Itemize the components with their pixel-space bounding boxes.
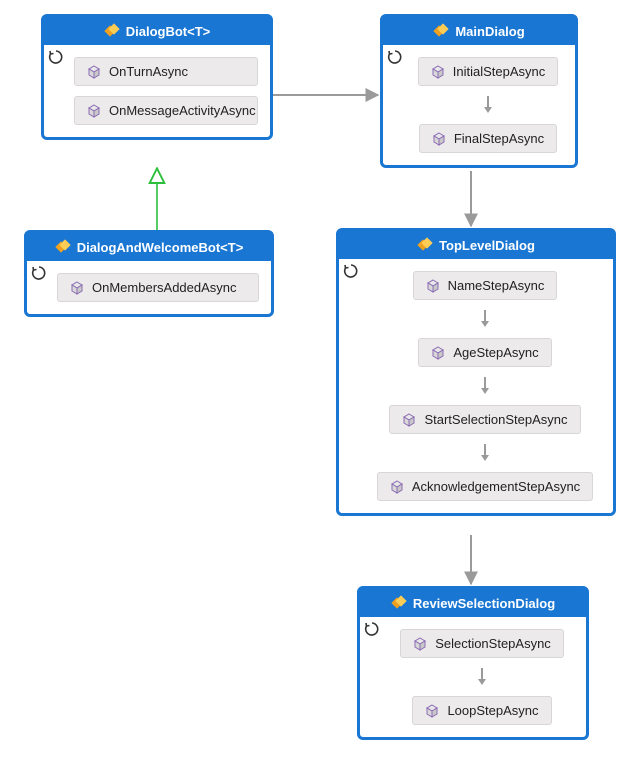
method-label: InitialStepAsync xyxy=(453,64,546,79)
class-icon xyxy=(433,23,449,39)
class-header: DialogBot<T> xyxy=(44,17,270,45)
method-onmessageactivityasync: OnMessageActivityAsync xyxy=(74,96,258,125)
class-maindialog: MainDialog InitialStepAsync FinalStepAsy… xyxy=(380,14,578,168)
cube-icon xyxy=(426,279,440,293)
class-title: MainDialog xyxy=(455,24,524,39)
class-header: MainDialog xyxy=(383,17,575,45)
class-icon xyxy=(417,237,433,253)
cube-icon xyxy=(425,704,439,718)
class-topleveldialog: TopLevelDialog NameStepAsync AgeStepAsyn… xyxy=(336,228,616,516)
flow-arrow-icon xyxy=(481,96,495,114)
class-icon xyxy=(391,595,407,611)
method-onmembersaddedasync: OnMembersAddedAsync xyxy=(57,273,259,302)
method-label: SelectionStepAsync xyxy=(435,636,551,651)
method-startselectionstepasync: StartSelectionStepAsync xyxy=(389,405,580,434)
flow-arrow-icon xyxy=(478,444,492,462)
method-namestepasync: NameStepAsync xyxy=(413,271,558,300)
method-finalstepasync: FinalStepAsync xyxy=(419,124,557,153)
method-acknowledgementstepasync: AcknowledgementStepAsync xyxy=(377,472,593,501)
flow-arrow-icon xyxy=(478,377,492,395)
class-title: DialogAndWelcomeBot<T> xyxy=(77,240,244,255)
cube-icon xyxy=(431,65,445,79)
class-header: TopLevelDialog xyxy=(339,231,613,259)
method-label: FinalStepAsync xyxy=(454,131,544,146)
class-body: OnTurnAsync OnMessageActivityAsync xyxy=(44,45,270,137)
class-title: TopLevelDialog xyxy=(439,238,535,253)
cube-icon xyxy=(413,637,427,651)
class-icon xyxy=(104,23,120,39)
method-loopstepasync: LoopStepAsync xyxy=(412,696,551,725)
diagram-canvas: DialogBot<T> OnTurnAsync OnMessageActivi… xyxy=(0,0,624,781)
method-label: AcknowledgementStepAsync xyxy=(412,479,580,494)
method-label: OnMembersAddedAsync xyxy=(92,280,237,295)
class-dialogandwelcomebot: DialogAndWelcomeBot<T> OnMembersAddedAsy… xyxy=(24,230,274,317)
method-label: NameStepAsync xyxy=(448,278,545,293)
class-title: DialogBot<T> xyxy=(126,24,211,39)
method-label: OnTurnAsync xyxy=(109,64,188,79)
class-header: DialogAndWelcomeBot<T> xyxy=(27,233,271,261)
cycle-icon xyxy=(48,49,64,65)
class-icon xyxy=(55,239,71,255)
cube-icon xyxy=(402,413,416,427)
cycle-icon xyxy=(364,621,380,637)
method-label: AgeStepAsync xyxy=(453,345,538,360)
method-initialstepasync: InitialStepAsync xyxy=(418,57,559,86)
class-dialogbot: DialogBot<T> OnTurnAsync OnMessageActivi… xyxy=(41,14,273,140)
flow-arrow-icon xyxy=(475,668,489,686)
method-label: StartSelectionStepAsync xyxy=(424,412,567,427)
class-title: ReviewSelectionDialog xyxy=(413,596,555,611)
cycle-icon xyxy=(387,49,403,65)
method-agestepasync: AgeStepAsync xyxy=(418,338,551,367)
class-reviewselectiondialog: ReviewSelectionDialog SelectionStepAsync… xyxy=(357,586,589,740)
method-label: OnMessageActivityAsync xyxy=(109,103,256,118)
class-header: ReviewSelectionDialog xyxy=(360,589,586,617)
cube-icon xyxy=(70,281,84,295)
cycle-icon xyxy=(343,263,359,279)
flow-arrow-icon xyxy=(478,310,492,328)
cycle-icon xyxy=(31,265,47,281)
class-body: NameStepAsync AgeStepAsync StartSelectio… xyxy=(339,259,613,513)
class-body: InitialStepAsync FinalStepAsync xyxy=(383,45,575,165)
class-body: SelectionStepAsync LoopStepAsync xyxy=(360,617,586,737)
method-selectionstepasync: SelectionStepAsync xyxy=(400,629,564,658)
cube-icon xyxy=(431,346,445,360)
cube-icon xyxy=(432,132,446,146)
method-onturnasync: OnTurnAsync xyxy=(74,57,258,86)
cube-icon xyxy=(87,65,101,79)
cube-icon xyxy=(87,104,101,118)
method-label: LoopStepAsync xyxy=(447,703,538,718)
cube-icon xyxy=(390,480,404,494)
class-body: OnMembersAddedAsync xyxy=(27,261,271,314)
